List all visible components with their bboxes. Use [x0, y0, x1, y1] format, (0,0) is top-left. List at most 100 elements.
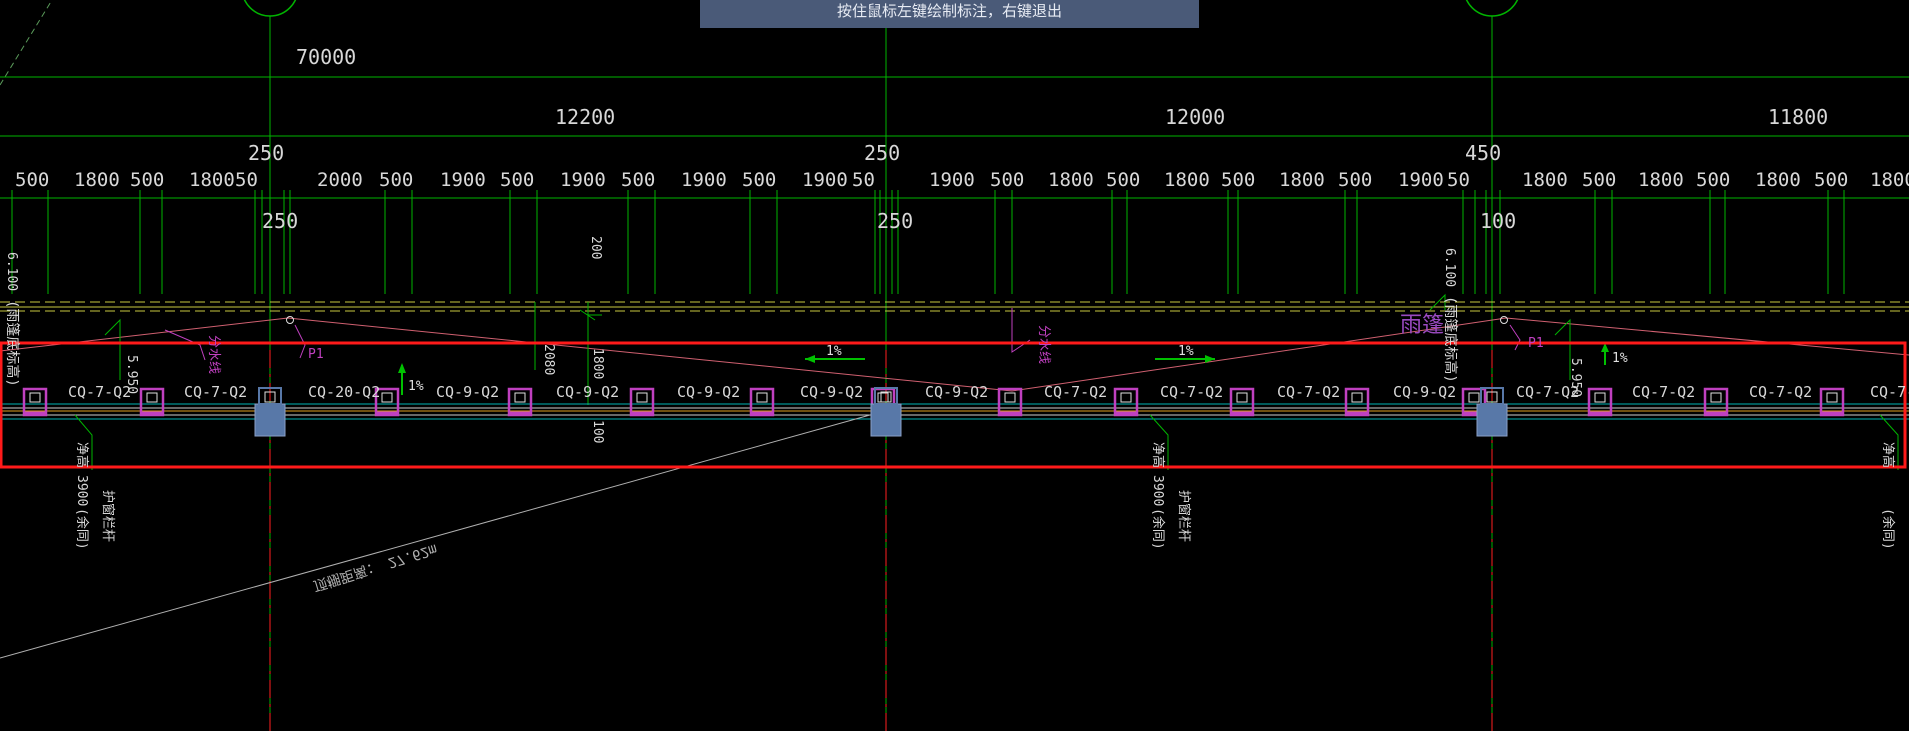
window-label: CQ-9-Q2 — [800, 383, 863, 401]
dim-col-offset-3: 450 — [1465, 141, 1501, 165]
elev-top-1: 6.100 — [4, 252, 19, 291]
window-sash — [1351, 392, 1363, 403]
sub-dim-label: 500 — [621, 169, 655, 191]
guard-rail-2: 护窗栏杆 — [1176, 490, 1192, 542]
slope-arrowhead-1 — [805, 355, 815, 363]
slope-3: 1% — [408, 379, 424, 394]
sub-dim-label: 50 — [1447, 169, 1470, 191]
dim-col-offset-2: 250 — [864, 141, 900, 165]
window-label: CQ-7-Q2 — [1277, 383, 1340, 401]
slope-4: 1% — [1612, 351, 1628, 366]
val-3900-2: 3900 — [1150, 475, 1165, 506]
window-label: CQ-9-Q2 — [1393, 383, 1456, 401]
net-height-3: 净高 — [1880, 442, 1896, 468]
extension-lines — [11, 190, 1845, 294]
window-label: CQ-7-Q2 — [68, 383, 131, 401]
dim-2080-label: 2080 — [541, 344, 556, 375]
rest-same-2: (余同) — [1150, 508, 1166, 550]
window-label-group: CQ-7-Q2 CQ-7-Q2 CQ-20-Q2 CQ-9-Q2 CQ-9-Q2 CQ-9… — [68, 383, 1909, 401]
canopy-label: 雨篷 — [1400, 313, 1444, 338]
sub-dim-label: 1900 — [1398, 169, 1444, 191]
cad-drawing-canvas[interactable]: 70000 12200 12000 11800 250 250 450 250 … — [0, 0, 1909, 731]
sub-dim-label: 1900 — [560, 169, 606, 191]
sub-dim-label: 500 — [130, 169, 164, 191]
sub-dimension-labels: 500 1800 500 1800 50 2000 500 1900 500 1900 500 190… — [15, 169, 1909, 191]
canopy-note-1: (雨篷底标高) — [4, 300, 21, 387]
measure-label: 顶棚距离： 27.62m — [311, 540, 439, 594]
sub-dim-label: 500 — [1582, 169, 1616, 191]
elev-top-2: 6.100 — [1442, 248, 1457, 287]
window-label: CQ-9-Q2 — [556, 383, 619, 401]
window-sash — [29, 392, 41, 403]
window-label: CQ-9-Q2 — [925, 383, 988, 401]
window-label: CQ-9-Q2 — [436, 383, 499, 401]
sub-dim-label: 1800 — [74, 169, 120, 191]
val-3900-1: 3900 — [74, 475, 89, 506]
window-sash — [1710, 392, 1722, 403]
elev-mark-2 — [1554, 318, 1571, 380]
window-sash — [381, 392, 393, 403]
sub-dim-label: 1800 — [1048, 169, 1094, 191]
sub-dim-label: 1800 — [1638, 169, 1684, 191]
guard-rail-1: 护窗栏杆 — [100, 490, 116, 542]
window-label: CQ-7-Q2 — [1044, 383, 1107, 401]
pipe-label-2: P1 — [1528, 336, 1544, 351]
sub-dim-label: 500 — [1814, 169, 1848, 191]
sub-dim-label: 500 — [500, 169, 534, 191]
measure-line — [0, 414, 871, 659]
dim-small-3: 100 — [1480, 209, 1516, 233]
sub-dim-label: 2000 — [317, 169, 363, 191]
window-label: CQ-9-Q2 — [677, 383, 740, 401]
sub-dim-label: 1800 — [1755, 169, 1801, 191]
column-body — [254, 403, 286, 437]
split-line-leader-2 — [1011, 308, 1031, 353]
window-label: CQ-7-Q2 — [1632, 383, 1695, 401]
window-sash — [1594, 392, 1606, 403]
sub-dim-label: 1800 — [189, 169, 235, 191]
sub-dim-label: 500 — [15, 169, 49, 191]
window-sash — [1236, 392, 1248, 403]
window-sash — [636, 392, 648, 403]
window-label: CQ-7-Q2 — [1160, 383, 1223, 401]
window-sash — [756, 392, 768, 403]
window-sash — [1120, 392, 1132, 403]
sub-dim-label: 50 — [235, 169, 258, 191]
axis-bubble-3 — [1465, 0, 1519, 17]
status-hint-bar: 按住鼠标左键绘制标注，右键退出 — [700, 0, 1199, 28]
split-line-leader-1 — [164, 329, 206, 361]
dim-overall: 70000 — [296, 45, 356, 69]
pipe-leader-2 — [1509, 324, 1521, 351]
diagonal-dashed-line — [0, 0, 53, 86]
slope-1: 1% — [826, 344, 842, 359]
sub-dim-label: 1800 — [1522, 169, 1568, 191]
drain-point-2 — [1500, 316, 1508, 324]
rest-same-3: (余同) — [1880, 508, 1896, 550]
sub-dim-label: 1800 — [1870, 169, 1909, 191]
canopy-note-2: (雨篷底标高) — [1442, 296, 1459, 383]
split-line-label-1: 分水线 — [206, 335, 221, 374]
dim-small-2: 250 — [877, 209, 913, 233]
sub-dim-label: 500 — [379, 169, 413, 191]
sub-dim-label: 500 — [1221, 169, 1255, 191]
pipe-label-1: P1 — [308, 347, 324, 362]
elev-mid-1: 5.950 — [124, 355, 139, 394]
sub-dim-label: 500 — [1106, 169, 1140, 191]
split-line-label-2: 分水线 — [1036, 325, 1051, 364]
window-sash — [1004, 392, 1016, 403]
slope-arrowhead-3 — [398, 363, 406, 373]
dim-1800-label: 1800 — [590, 348, 605, 379]
column-body — [1476, 403, 1508, 437]
column-body — [870, 403, 902, 437]
sub-dim-label: 1900 — [681, 169, 727, 191]
sub-dim-label: 1900 — [929, 169, 975, 191]
slope-2: 1% — [1178, 344, 1194, 359]
window-label: CQ-7-C — [1870, 383, 1909, 401]
sub-dim-label: 500 — [742, 169, 776, 191]
sub-dim-label: 50 — [852, 169, 875, 191]
elev-mid-2: 5.950 — [1568, 358, 1583, 397]
dim-span-3: 11800 — [1768, 105, 1828, 129]
window-label: CQ-7-Q2 — [1749, 383, 1812, 401]
sub-dim-label: 1800 — [1164, 169, 1210, 191]
dim-col-offset-1: 250 — [248, 141, 284, 165]
sub-dim-label: 1900 — [440, 169, 486, 191]
